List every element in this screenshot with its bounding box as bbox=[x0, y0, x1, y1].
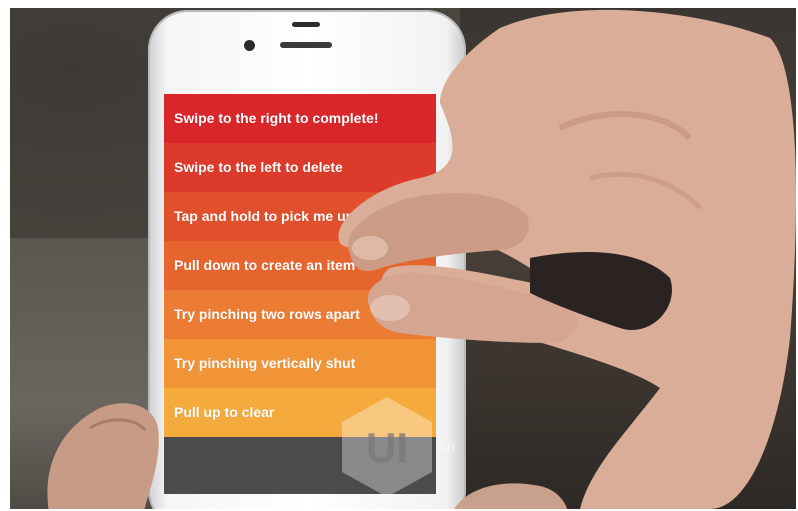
phone-top-slot bbox=[292, 22, 320, 27]
earpiece-speaker bbox=[280, 42, 332, 48]
watermark-suffix: cn bbox=[440, 438, 455, 454]
right-hand bbox=[338, 9, 796, 509]
front-camera bbox=[244, 40, 255, 51]
photo-scene: Swipe to the right to complete! Swipe to… bbox=[10, 8, 796, 509]
left-thumb bbox=[47, 403, 159, 509]
